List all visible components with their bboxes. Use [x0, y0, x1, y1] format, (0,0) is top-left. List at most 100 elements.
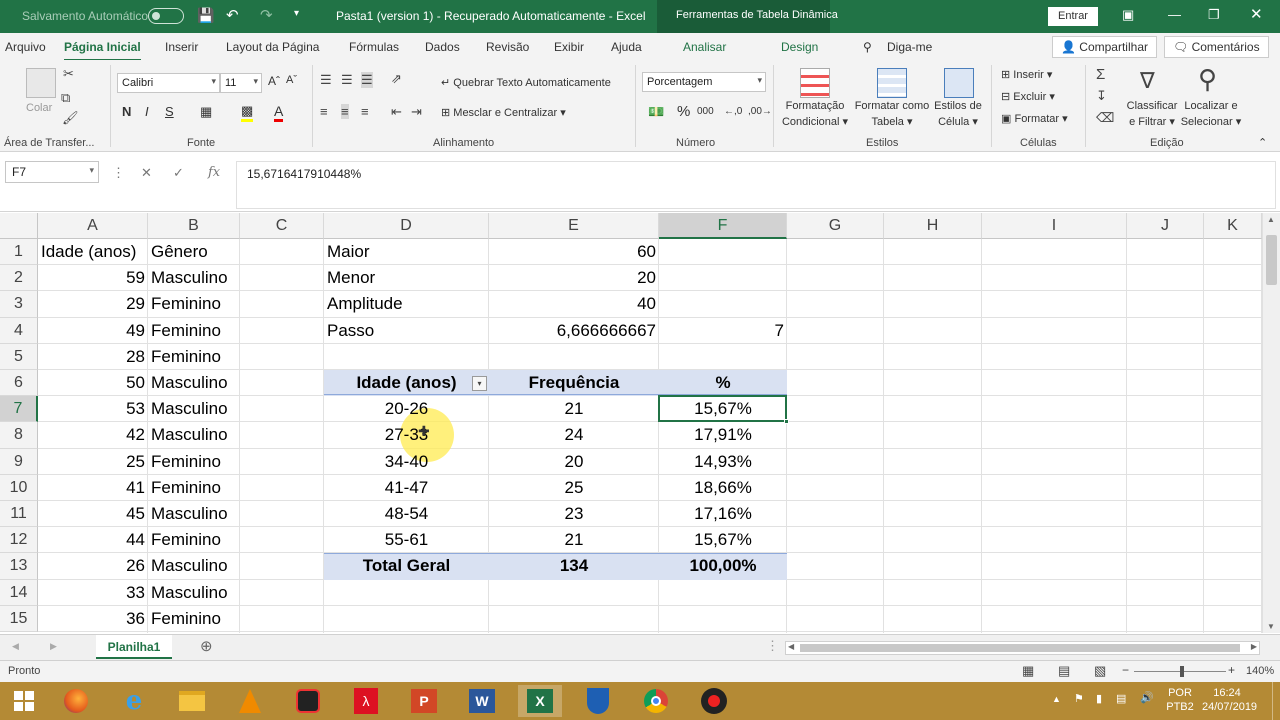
network-icon[interactable]: ▤ — [1116, 692, 1126, 705]
cell-d4[interactable]: Passo — [327, 318, 486, 344]
cell-d3[interactable]: Amplitude — [327, 291, 486, 317]
row-header-8[interactable]: 8 — [0, 422, 38, 449]
show-desktop-button[interactable] — [1272, 682, 1273, 720]
normal-view-icon[interactable]: ▦ — [1022, 663, 1034, 679]
clear-icon[interactable]: ⌫ — [1096, 110, 1114, 126]
pivot-cell[interactable]: 17,16% — [659, 501, 787, 527]
cell-e2[interactable]: 20 — [492, 265, 656, 291]
battery-icon[interactable]: ▮ — [1096, 692, 1102, 705]
powerpoint-icon[interactable]: P — [402, 685, 446, 717]
acrobat-icon[interactable]: λ — [344, 685, 388, 717]
percent-style-icon[interactable]: % — [677, 103, 690, 120]
cell-a11[interactable]: 45 — [41, 501, 145, 527]
format-table-label-1[interactable]: Formatar como — [852, 100, 932, 112]
find-select-label-2[interactable]: Selecionar ▾ — [1178, 115, 1244, 128]
cell-d1[interactable]: Maior — [327, 239, 486, 265]
cell-b6[interactable]: Masculino — [151, 370, 237, 396]
pivot-total-1[interactable]: Total Geral — [324, 553, 489, 579]
split-handle-icon[interactable]: ⋮ — [766, 638, 779, 654]
horizontal-scroll-thumb[interactable] — [800, 644, 1240, 652]
delete-cells-button[interactable]: ⊟ Excluir ▾ — [1001, 90, 1055, 103]
conditional-format-label-2[interactable]: Condicional ▾ — [778, 115, 852, 128]
row-header-7[interactable]: 7 — [0, 396, 38, 423]
cell-b10[interactable]: Feminino — [151, 475, 237, 501]
cell-b2[interactable]: Masculino — [151, 265, 237, 291]
column-header-e[interactable]: E — [489, 213, 659, 239]
clock[interactable]: 16:24 24/07/2019 — [1202, 686, 1257, 714]
select-all-corner[interactable] — [0, 213, 38, 239]
orientation-icon[interactable]: ⇗ — [391, 71, 402, 87]
cell-a2[interactable]: 59 — [41, 265, 145, 291]
pivot-cell[interactable]: 21 — [489, 396, 659, 422]
insert-cells-button[interactable]: ⊞ Inserir ▾ — [1001, 68, 1052, 81]
column-header-c[interactable]: C — [240, 213, 324, 239]
cut-icon[interactable]: ✂ — [63, 66, 74, 82]
cell-b7[interactable]: Masculino — [151, 396, 237, 422]
decrease-font-icon[interactable]: Aˇ — [286, 74, 297, 86]
tab-dados[interactable]: Dados — [425, 40, 460, 54]
pivot-cell[interactable]: 34-40 — [324, 449, 489, 475]
paste-label[interactable]: Colar — [26, 102, 52, 114]
redo-icon[interactable]: ↷ — [260, 6, 273, 24]
format-cells-button[interactable]: ▣ Formatar ▾ — [1001, 112, 1068, 125]
cell-a9[interactable]: 25 — [41, 449, 145, 475]
row-header-12[interactable]: 12 — [0, 527, 38, 554]
autosum-icon[interactable]: Σ — [1096, 66, 1105, 83]
column-header-i[interactable]: I — [982, 213, 1127, 239]
align-left-icon[interactable]: ≡ — [320, 104, 328, 119]
windows-start-icon[interactable] — [2, 685, 46, 717]
decrease-decimal-icon[interactable]: ,00→ — [748, 106, 772, 117]
tab-ajuda[interactable]: Ajuda — [611, 40, 642, 54]
format-as-table-icon[interactable] — [877, 68, 907, 98]
vlc-icon[interactable] — [228, 685, 272, 717]
row-header-9[interactable]: 9 — [0, 448, 38, 475]
cell-a4[interactable]: 49 — [41, 318, 145, 344]
row-header-4[interactable]: 4 — [0, 317, 38, 344]
collapse-ribbon-icon[interactable]: ⌃ — [1258, 136, 1267, 149]
wrap-text-button[interactable]: ↵ Quebrar Texto Automaticamente — [441, 76, 611, 89]
cell-a12[interactable]: 44 — [41, 527, 145, 553]
pivot-filter-button[interactable]: ▾ — [472, 376, 487, 391]
tab-arquivo[interactable]: Arquivo — [5, 40, 46, 54]
save-icon[interactable]: 💾 — [197, 7, 214, 24]
row-header-5[interactable]: 5 — [0, 343, 38, 370]
insert-function-icon[interactable]: fx — [208, 165, 220, 180]
underline-icon[interactable]: S — [165, 104, 174, 119]
flag-icon[interactable]: ⚑ — [1074, 692, 1084, 705]
cell-d2[interactable]: Menor — [327, 265, 486, 291]
row-header-13[interactable]: 13 — [0, 553, 38, 580]
cell-a14[interactable]: 33 — [41, 580, 145, 606]
find-select-label-1[interactable]: Localizar e — [1180, 100, 1242, 112]
font-name-select[interactable]: Calibri ▾ — [117, 73, 220, 93]
tab-pagina-inicial[interactable]: Página Inicial — [64, 40, 141, 61]
cell-b8[interactable]: Masculino — [151, 422, 237, 448]
close-icon[interactable]: ✕ — [1250, 5, 1263, 23]
pivot-cell[interactable]: 17,91% — [659, 422, 787, 448]
name-box[interactable]: F7 ▾ — [5, 161, 99, 183]
share-button[interactable]: 👤 Compartilhar — [1052, 36, 1157, 58]
vertical-scroll-thumb[interactable] — [1266, 235, 1277, 285]
row-header-11[interactable]: 11 — [0, 501, 38, 528]
font-size-select[interactable]: 11 ▾ — [220, 73, 262, 93]
scroll-down-icon[interactable]: ▼ — [1267, 622, 1275, 631]
cell-styles-label-2[interactable]: Célula ▾ — [932, 115, 984, 128]
excel-taskbar-icon[interactable]: X — [518, 685, 562, 717]
increase-indent-icon[interactable]: ⇥ — [411, 104, 422, 120]
pivot-cell[interactable]: 41-47 — [324, 475, 489, 501]
maximize-icon[interactable]: ❐ — [1208, 7, 1220, 23]
cell-styles-label-1[interactable]: Estilos de — [932, 100, 984, 112]
davinci-icon[interactable] — [286, 685, 330, 717]
autosave-toggle[interactable] — [148, 8, 184, 24]
find-icon[interactable]: ⚲ — [1198, 64, 1217, 95]
tab-layout[interactable]: Layout da Página — [226, 40, 319, 54]
paste-icon[interactable] — [26, 68, 56, 98]
format-painter-icon[interactable]: 🖌 — [62, 110, 79, 126]
copy-icon[interactable]: ⧉ — [61, 90, 70, 106]
cell-a13[interactable]: 26 — [41, 553, 145, 579]
scroll-right-icon[interactable]: ▶ — [1251, 642, 1257, 651]
cell-styles-icon[interactable] — [944, 68, 974, 98]
defender-icon[interactable] — [576, 685, 620, 717]
increase-font-icon[interactable]: Aˆ — [268, 74, 280, 88]
column-header-k[interactable]: K — [1204, 213, 1262, 239]
row-header-3[interactable]: 3 — [0, 291, 38, 318]
